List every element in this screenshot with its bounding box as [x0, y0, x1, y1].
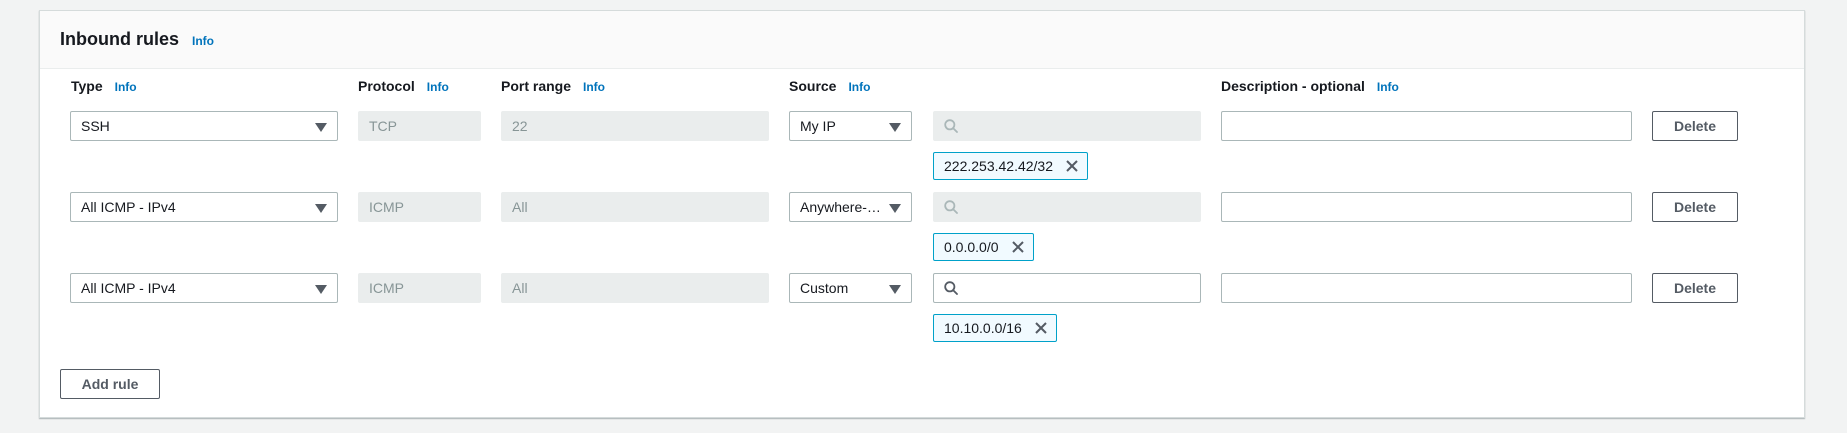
type-select-value: All ICMP - IPv4	[81, 280, 176, 296]
column-header-type: Type Info	[71, 78, 137, 94]
source-search-input[interactable]	[933, 273, 1201, 303]
port-range-field: All	[501, 192, 769, 222]
panel-title: Inbound rules	[60, 29, 179, 49]
column-header-source-label: Source	[789, 78, 837, 94]
type-select[interactable]: SSH	[70, 111, 338, 141]
column-header-protocol: Protocol Info	[358, 78, 449, 94]
column-header-source: Source Info	[789, 78, 870, 94]
source-search-input[interactable]	[933, 111, 1201, 141]
caret-down-icon	[315, 123, 327, 132]
search-icon	[944, 119, 958, 133]
source-select[interactable]: My IP	[789, 111, 912, 141]
type-select[interactable]: All ICMP - IPv4	[70, 273, 338, 303]
description-input[interactable]	[1221, 111, 1632, 141]
source-token: 0.0.0.0/0	[933, 233, 1034, 261]
source-select-value: My IP	[800, 118, 836, 134]
type-select-value: SSH	[81, 118, 110, 134]
caret-down-icon	[315, 285, 327, 294]
column-header-description-label: Description - optional	[1221, 78, 1365, 94]
delete-rule-button[interactable]: Delete	[1652, 111, 1738, 141]
source-info-link[interactable]: Info	[848, 80, 870, 94]
column-header-type-label: Type	[71, 78, 103, 94]
description-input[interactable]	[1221, 192, 1632, 222]
source-token: 10.10.0.0/16	[933, 314, 1057, 342]
close-icon[interactable]	[1034, 321, 1048, 335]
caret-down-icon	[889, 285, 901, 294]
column-header-port-range: Port range Info	[501, 78, 605, 94]
source-token: 222.253.42.42/32	[933, 152, 1088, 180]
inbound-rules-panel: Inbound rules Info Type Info Protocol Info…	[39, 10, 1805, 418]
description-info-link[interactable]: Info	[1377, 80, 1399, 94]
port-range-field: 22	[501, 111, 769, 141]
source-token-label: 222.253.42.42/32	[944, 158, 1053, 174]
source-token-label: 0.0.0.0/0	[944, 239, 999, 255]
protocol-info-link[interactable]: Info	[427, 80, 449, 94]
caret-down-icon	[889, 123, 901, 132]
protocol-field: ICMP	[358, 192, 481, 222]
panel-info-link[interactable]: Info	[192, 34, 214, 48]
caret-down-icon	[315, 204, 327, 213]
port-range-info-link[interactable]: Info	[583, 80, 605, 94]
search-icon	[944, 281, 958, 295]
panel-header: Inbound rules Info	[40, 11, 1804, 69]
delete-rule-button[interactable]: Delete	[1652, 192, 1738, 222]
type-select[interactable]: All ICMP - IPv4	[70, 192, 338, 222]
close-icon[interactable]	[1065, 159, 1079, 173]
source-select-value: Anywhere-…	[800, 199, 881, 215]
type-info-link[interactable]: Info	[115, 80, 137, 94]
source-search-input[interactable]	[933, 192, 1201, 222]
column-header-port-range-label: Port range	[501, 78, 572, 94]
description-input[interactable]	[1221, 273, 1632, 303]
add-rule-button[interactable]: Add rule	[60, 369, 160, 399]
column-header-protocol-label: Protocol	[358, 78, 415, 94]
search-icon	[944, 200, 958, 214]
type-select-value: All ICMP - IPv4	[81, 199, 176, 215]
port-range-field: All	[501, 273, 769, 303]
column-header-description: Description - optional Info	[1221, 78, 1399, 94]
caret-down-icon	[889, 204, 901, 213]
delete-rule-button[interactable]: Delete	[1652, 273, 1738, 303]
source-select[interactable]: Custom	[789, 273, 912, 303]
source-select[interactable]: Anywhere-…	[789, 192, 912, 222]
source-select-value: Custom	[800, 280, 849, 296]
protocol-field: TCP	[358, 111, 481, 141]
source-token-label: 10.10.0.0/16	[944, 320, 1022, 336]
protocol-field: ICMP	[358, 273, 481, 303]
close-icon[interactable]	[1011, 240, 1025, 254]
